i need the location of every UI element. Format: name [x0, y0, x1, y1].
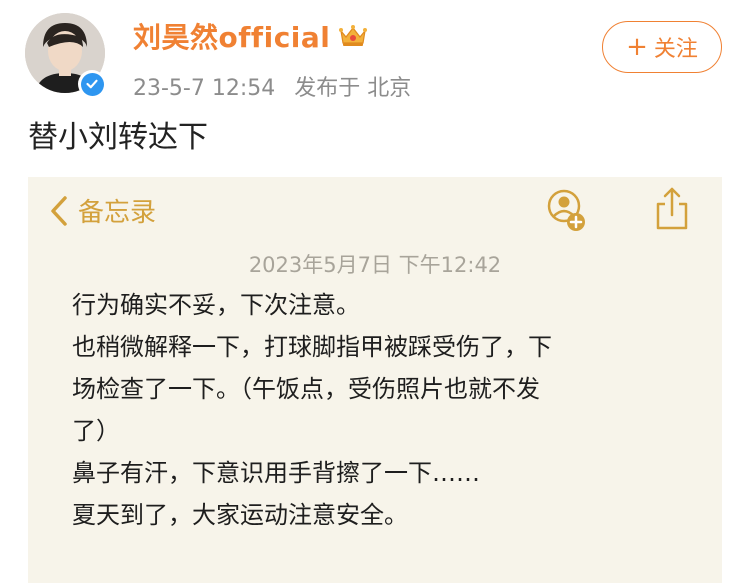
memo-back-label: 备忘录 — [78, 198, 157, 228]
memo-date: 2023年5月7日 下午12:42 — [248, 253, 502, 277]
memo-line: 了） — [72, 417, 120, 445]
memo-line: 行为确实不妥，下次注意。 — [72, 291, 360, 319]
follow-button-label: 关注 — [653, 37, 698, 62]
memo-body: 行为确实不妥，下次注意。 也稍微解释一下，打球脚指甲被踩受伤了，下 场检查了一下… — [72, 284, 697, 536]
add-contact-icon[interactable] — [547, 189, 585, 237]
chevron-left-icon — [51, 195, 67, 226]
author-name[interactable]: 刘昊然official — [133, 16, 330, 56]
share-icon[interactable] — [654, 186, 690, 236]
memo-line: 鼻子有汗，下意识用手背擦了一下…… — [72, 459, 480, 487]
memo-image[interactable]: 备忘录 2023年5月7日 下午12:42 行为确实不妥，下次注意。 也稍微解释… — [28, 177, 722, 583]
crown-icon — [338, 24, 368, 52]
post-location: 发布于 北京 — [294, 76, 412, 101]
post-datetime: 23-5-7 12:54 — [133, 76, 276, 101]
plus-icon: + — [626, 32, 648, 62]
post-text: 替小刘转达下 — [28, 120, 208, 155]
verified-icon — [78, 70, 106, 98]
memo-back-button[interactable]: 备忘录 — [50, 192, 156, 229]
memo-line: 场检查了一下。（午饭点，受伤照片也就不发 — [72, 375, 540, 403]
post-meta: 23-5-7 12:54 发布于 北京 — [133, 70, 423, 102]
memo-line: 夏天到了，大家运动注意安全。 — [72, 501, 408, 529]
memo-line: 也稍微解释一下，打球脚指甲被踩受伤了，下 — [72, 333, 552, 361]
follow-button[interactable]: + 关注 — [602, 21, 722, 73]
